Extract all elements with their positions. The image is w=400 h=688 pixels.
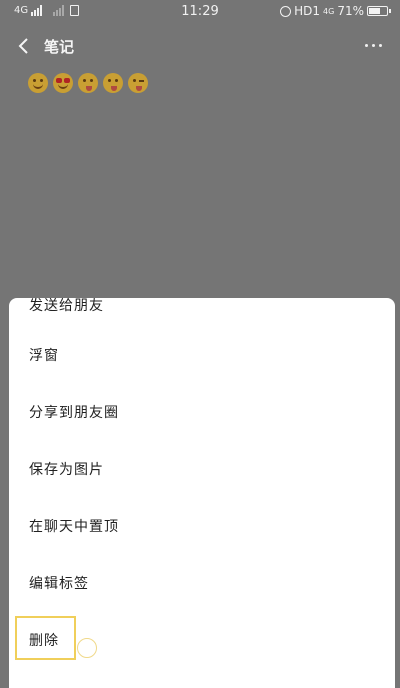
chevron-left-icon (18, 38, 28, 54)
tongue-emoji-icon (78, 73, 98, 93)
menu-item-edit-tags[interactable]: 编辑标签 (9, 562, 395, 606)
menu-item-floating-window[interactable]: 浮窗 (9, 334, 395, 378)
app-header: 笔记 (0, 30, 400, 62)
menu-item-send-to-friend[interactable]: 发送给朋友 (9, 298, 395, 328)
hd-indicator: HD1 (294, 4, 321, 18)
tongue-emoji-icon (103, 73, 123, 93)
more-dot (365, 44, 368, 47)
menu-item-share-moments[interactable]: 分享到朋友圈 (9, 391, 395, 435)
more-dot (379, 44, 382, 47)
status-bar: 4G 11:29 HD1 4G 71% (0, 0, 400, 26)
tap-indicator-circle (77, 638, 97, 658)
menu-item-save-as-image[interactable]: 保存为图片 (9, 448, 395, 492)
smile-emoji-icon (28, 73, 48, 93)
network-small: 4G (323, 6, 335, 16)
tap-highlight-box (15, 616, 76, 660)
heart-eyes-emoji-icon (53, 73, 73, 93)
more-dot (372, 44, 375, 47)
battery-percent: 71% (337, 4, 364, 18)
more-button[interactable] (365, 44, 382, 47)
menu-item-pin-in-chat[interactable]: 在聊天中置顶 (9, 505, 395, 549)
note-content (28, 73, 148, 93)
page-title: 笔记 (44, 38, 75, 56)
back-button[interactable] (14, 34, 36, 58)
action-sheet: 发送给朋友 浮窗 分享到朋友圈 保存为图片 在聊天中置顶 编辑标签 删除 (9, 298, 395, 688)
status-bar-right: HD1 4G 71% (280, 4, 391, 18)
battery-icon (367, 6, 391, 16)
alarm-icon (280, 5, 292, 17)
wink-tongue-emoji-icon (128, 73, 148, 93)
